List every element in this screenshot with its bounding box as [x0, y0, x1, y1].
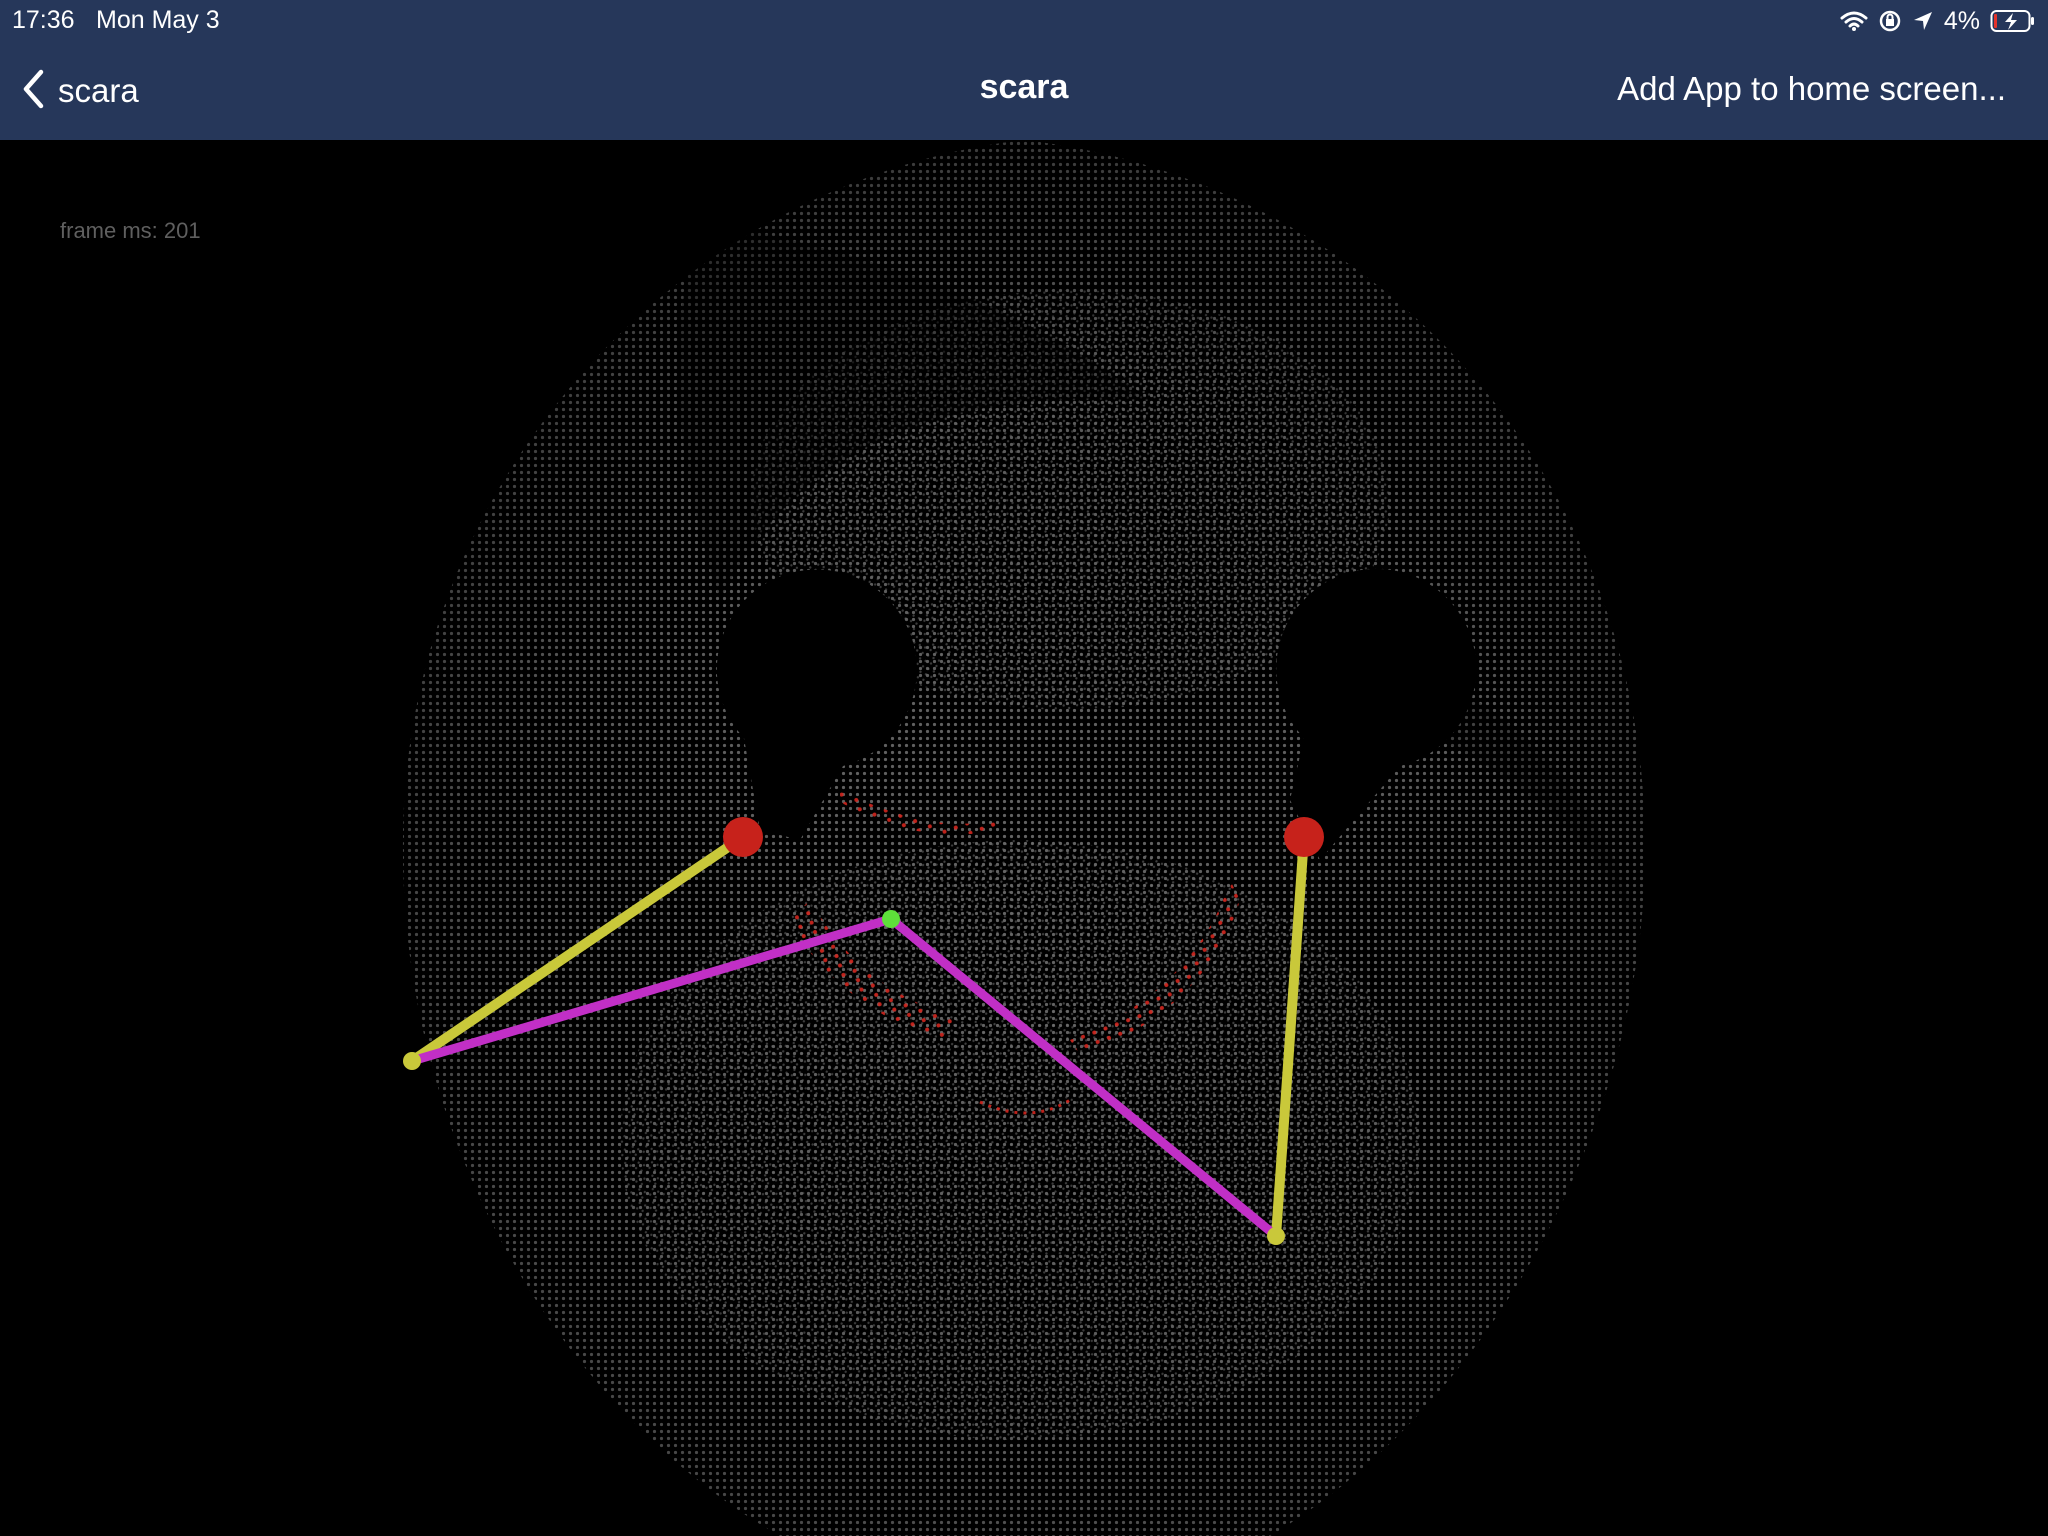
chevron-left-icon [20, 68, 46, 115]
frame-time-label: frame ms: 201 [60, 218, 201, 243]
reachable-workspace [402, 140, 1646, 1536]
right-elbow-joint [1267, 1227, 1285, 1245]
app-header: 17:36 Mon May 3 4% scara scara Add App t… [0, 0, 2048, 140]
battery-percentage: 4% [1943, 6, 1980, 35]
back-label: scara [58, 72, 139, 109]
location-arrow-icon [1912, 10, 1934, 32]
add-to-home-screen-button[interactable]: Add App to home screen... [1617, 70, 2006, 108]
left-elbow-joint [403, 1052, 421, 1070]
wifi-icon [1840, 10, 1868, 32]
left-base-joint [723, 817, 763, 857]
battery-charging-icon [1990, 9, 2036, 33]
status-date: Mon May 3 [96, 6, 220, 34]
navigation-bar: scara scara Add App to home screen... [0, 40, 2048, 140]
end-effector [882, 910, 900, 928]
scara-visualization[interactable] [0, 140, 2048, 1536]
back-button[interactable]: scara [20, 66, 139, 116]
scara-canvas[interactable]: frame ms: 201 [0, 140, 2048, 1536]
right-base-joint [1284, 817, 1324, 857]
status-indicators: 4% [1840, 4, 2036, 38]
status-time: 17:36 [12, 6, 75, 34]
orientation-lock-icon [1878, 9, 1902, 33]
status-bar: 17:36 Mon May 3 4% [0, 0, 2048, 40]
